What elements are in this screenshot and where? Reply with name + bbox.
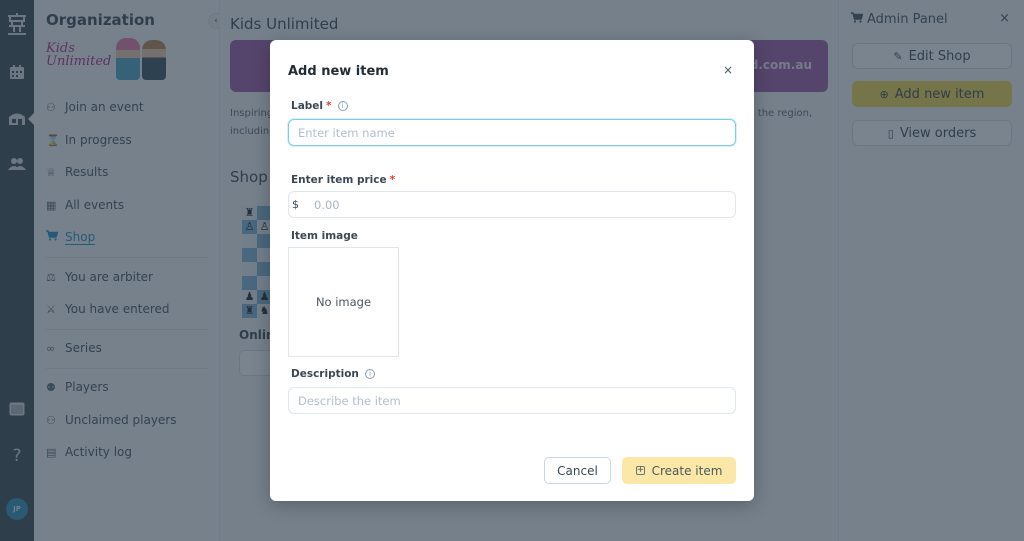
label-field-label: Label * i (291, 100, 348, 112)
currency-prefix: $ (292, 198, 299, 211)
no-image-text: No image (315, 295, 372, 309)
dialog-title: Add new item (288, 64, 389, 79)
item-description-input[interactable] (288, 387, 736, 414)
close-dialog-button[interactable]: × (723, 63, 733, 77)
item-label-input[interactable] (288, 119, 736, 146)
create-item-button[interactable]: + Create item (622, 457, 736, 484)
info-icon[interactable]: i (364, 369, 375, 379)
info-icon[interactable]: i (337, 101, 348, 111)
price-field-label: Enter item price * (291, 174, 396, 186)
required-mark: * (389, 174, 396, 186)
item-price-input[interactable] (314, 197, 714, 212)
required-mark: * (326, 100, 332, 112)
image-field-label: Item image (291, 230, 358, 242)
add-item-dialog: Add new item × Label* i Enter item price… (270, 40, 754, 501)
close-icon: × (723, 63, 734, 77)
description-field-label: Description i (291, 368, 375, 380)
item-image-upload[interactable]: No image (288, 247, 399, 357)
cancel-button[interactable]: Cancel (544, 457, 611, 484)
item-price-field: $ (288, 191, 736, 218)
plus-square-icon: + (635, 465, 645, 475)
